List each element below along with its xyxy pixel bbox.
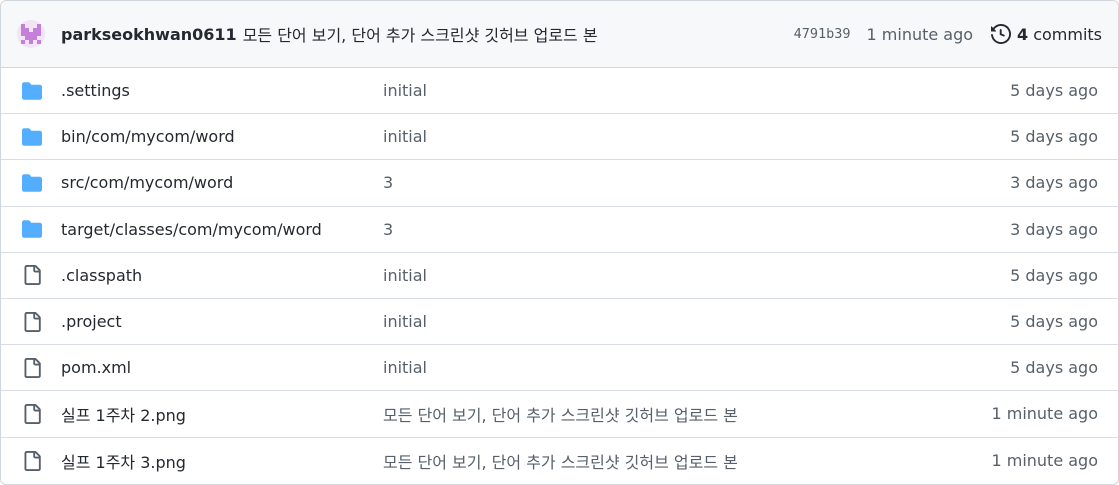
file-name-link[interactable]: pom.xml <box>61 358 131 377</box>
file-icon <box>20 403 44 424</box>
file-commit-message-link[interactable]: initial <box>383 312 427 331</box>
file-commit-message-link[interactable]: 3 <box>383 220 393 239</box>
file-commit-age: 5 days ago <box>1010 81 1098 101</box>
file-listing: parkseokhwan0611 모든 단어 보기, 단어 추가 스크린샷 깃허… <box>0 0 1119 485</box>
file-commit-message-link[interactable]: 모든 단어 보기, 단어 추가 스크린샷 깃허브 업로드 본 <box>383 449 738 473</box>
file-rows: .settings initial 5 days ago bin/com/mycom/… <box>1 68 1118 484</box>
file-icon <box>20 357 44 378</box>
file-icon <box>20 265 44 286</box>
commit-author-link[interactable]: parkseokhwan0611 <box>61 25 237 44</box>
file-commit-age: 5 days ago <box>1010 312 1098 332</box>
file-row[interactable]: src/com/mycom/word 3 3 days ago <box>1 160 1118 207</box>
file-commit-age: 5 days ago <box>1010 265 1098 285</box>
file-row[interactable]: .classpath initial 5 days ago <box>1 253 1118 299</box>
file-commit-age: 5 days ago <box>1010 358 1098 378</box>
file-row[interactable]: .settings initial 5 days ago <box>1 68 1118 115</box>
file-commit-age: 3 days ago <box>1010 219 1098 239</box>
file-name-link[interactable]: .settings <box>61 81 130 100</box>
file-commit-age: 3 days ago <box>1010 173 1098 193</box>
file-name-link[interactable]: .classpath <box>61 266 142 285</box>
commits-count: 4 <box>1017 24 1029 44</box>
file-row[interactable]: 실프 1주차 3.png 모든 단어 보기, 단어 추가 스크린샷 깃허브 업로드… <box>1 438 1118 484</box>
avatar[interactable] <box>17 20 45 48</box>
file-commit-age: 5 days ago <box>1010 127 1098 147</box>
commit-time: 1 minute ago <box>866 24 974 44</box>
latest-commit-bar: parkseokhwan0611 모든 단어 보기, 단어 추가 스크린샷 깃허… <box>1 1 1118 68</box>
file-name-link[interactable]: 실프 1주차 2.png <box>61 402 186 426</box>
file-commit-message-link[interactable]: initial <box>383 358 427 377</box>
commits-history-link[interactable]: 4 commits <box>991 24 1102 44</box>
file-commit-message-link[interactable]: initial <box>383 266 427 285</box>
file-commit-message-link[interactable]: initial <box>383 81 427 100</box>
file-icon <box>20 311 44 332</box>
history-icon <box>991 24 1011 44</box>
file-row[interactable]: 실프 1주차 2.png 모든 단어 보기, 단어 추가 스크린샷 깃허브 업로드… <box>1 391 1118 438</box>
file-commit-message-link[interactable]: 3 <box>383 173 393 192</box>
file-row[interactable]: .project initial 5 days ago <box>1 299 1118 346</box>
file-commit-message-link[interactable]: initial <box>383 127 427 146</box>
file-row[interactable]: pom.xml initial 5 days ago <box>1 345 1118 392</box>
file-row[interactable]: target/classes/com/mycom/word 3 3 days ago <box>1 207 1118 253</box>
file-commit-message-link[interactable]: 모든 단어 보기, 단어 추가 스크린샷 깃허브 업로드 본 <box>383 402 738 426</box>
commits-label: commits <box>1033 24 1102 44</box>
file-name-link[interactable]: .project <box>61 312 122 331</box>
folder-icon <box>20 127 44 147</box>
file-icon <box>20 450 44 471</box>
file-name-link[interactable]: 실프 1주차 3.png <box>61 449 186 473</box>
file-commit-age: 1 minute ago <box>991 404 1098 424</box>
commit-sha-link[interactable]: 4791b39 <box>794 26 851 42</box>
folder-icon <box>20 219 44 239</box>
folder-icon <box>20 173 44 193</box>
file-name-link[interactable]: src/com/mycom/word <box>61 173 233 192</box>
commit-message-link[interactable]: 모든 단어 보기, 단어 추가 스크린샷 깃허브 업로드 본 <box>243 22 598 46</box>
file-row[interactable]: bin/com/mycom/word initial 5 days ago <box>1 114 1118 161</box>
file-name-link[interactable]: target/classes/com/mycom/word <box>61 220 322 239</box>
file-name-link[interactable]: bin/com/mycom/word <box>61 127 235 146</box>
folder-icon <box>20 81 44 101</box>
file-commit-age: 1 minute ago <box>991 451 1098 471</box>
